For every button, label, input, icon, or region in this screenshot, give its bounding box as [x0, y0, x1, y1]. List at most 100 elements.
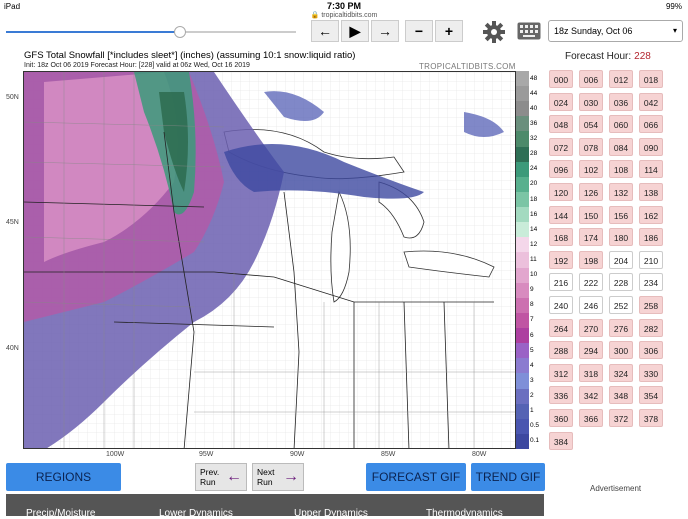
forecast-hour-button[interactable]: 012	[609, 70, 633, 88]
forecast-hour-button[interactable]: 096	[549, 160, 573, 179]
forecast-hour-button[interactable]: 060	[609, 115, 633, 134]
forecast-hour-button[interactable]: 258	[639, 296, 663, 314]
next-frame-button[interactable]: →	[371, 20, 399, 42]
forecast-hour-button[interactable]: 300	[609, 341, 633, 360]
forecast-hour-button[interactable]: 312	[549, 363, 573, 382]
forecast-hour-button[interactable]: 186	[639, 228, 663, 247]
snowfall-map[interactable]	[23, 71, 516, 449]
forecast-hour-button[interactable]: 144	[549, 205, 573, 224]
forecast-hour-button[interactable]: 210	[639, 250, 663, 269]
forecast-hour-button[interactable]: 174	[579, 228, 603, 247]
forecast-hour-button[interactable]: 006	[579, 70, 603, 88]
forecast-hour-button[interactable]: 306	[639, 341, 663, 360]
battery-level: 99%	[665, 2, 682, 11]
forecast-hour-button[interactable]: 330	[639, 363, 663, 382]
forecast-hour-button[interactable]: 156	[609, 205, 633, 224]
forecast-hour-button[interactable]: 216	[549, 273, 573, 292]
forecast-hour-button[interactable]: 042	[639, 92, 663, 111]
colorbar-tick: 28	[530, 150, 538, 158]
forecast-hour-button[interactable]: 246	[579, 296, 603, 314]
forecast-hour-button[interactable]: 294	[579, 341, 603, 360]
forecast-hour-button[interactable]: 072	[549, 137, 573, 156]
forecast-hour-button[interactable]: 282	[639, 318, 663, 337]
forecast-hour-button[interactable]: 162	[639, 205, 663, 224]
play-button[interactable]: ▶	[341, 20, 369, 42]
forecast-hour-button[interactable]: 036	[609, 92, 633, 111]
next-run-button[interactable]: Next Run →	[252, 463, 304, 491]
forecast-hour-button[interactable]: 138	[639, 183, 663, 201]
forecast-hour-button[interactable]: 366	[579, 409, 603, 427]
zoom-in-button[interactable]: +	[435, 20, 463, 42]
forecast-hour-button[interactable]: 018	[639, 70, 663, 88]
forecast-hour-button[interactable]: 090	[639, 137, 663, 156]
colorbar-swatch	[516, 131, 529, 148]
forecast-hour-button[interactable]: 024	[549, 92, 573, 111]
forecast-hour-button[interactable]: 102	[579, 160, 603, 179]
tab-precip-moisture[interactable]: Precip/Moisture	[26, 508, 95, 519]
forecast-hour-button[interactable]: 252	[609, 296, 633, 314]
gear-icon[interactable]	[482, 20, 506, 44]
colorbar-swatch	[516, 358, 529, 374]
forecast-hour-button[interactable]: 240	[549, 296, 573, 314]
colorbar-tick: 7	[530, 316, 534, 324]
forecast-hour-button[interactable]: 222	[579, 273, 603, 292]
forecast-hour-button[interactable]: 378	[639, 409, 663, 427]
forecast-hour-button[interactable]: 198	[579, 250, 603, 269]
keyboard-icon[interactable]	[517, 22, 541, 40]
forecast-hour-button[interactable]: 000	[549, 70, 573, 88]
forecast-hour-button[interactable]: 234	[639, 273, 663, 292]
colorbar-tick: 32	[530, 135, 538, 143]
forecast-hour-button[interactable]: 180	[609, 228, 633, 247]
prev-run-line2: Run	[200, 477, 216, 487]
forecast-hour-button[interactable]: 066	[639, 115, 663, 134]
forecast-hour-button[interactable]: 168	[549, 228, 573, 247]
tab-lower-dynamics[interactable]: Lower Dynamics	[159, 508, 233, 519]
forecast-hour-button[interactable]: 108	[609, 160, 633, 179]
forecast-hour-button[interactable]: 228	[609, 273, 633, 292]
forecast-hour-button[interactable]: 348	[609, 386, 633, 405]
forecast-hour-button[interactable]: 342	[579, 386, 603, 405]
regions-button[interactable]: REGIONS	[6, 463, 121, 491]
colorbar-swatch	[516, 101, 529, 117]
forecast-hour-button[interactable]: 120	[549, 183, 573, 201]
forecast-hour-button[interactable]: 030	[579, 92, 603, 111]
forecast-hour-button[interactable]: 048	[549, 115, 573, 134]
colorbar-tick: 1	[530, 407, 534, 415]
forecast-hour-button[interactable]: 126	[579, 183, 603, 201]
forecast-hour-value: 228	[634, 51, 651, 62]
slider-handle[interactable]	[174, 26, 186, 38]
zoom-out-button[interactable]: −	[405, 20, 433, 42]
prev-run-button[interactable]: Prev. Run ←	[195, 463, 247, 491]
prev-frame-button[interactable]: ←	[311, 20, 339, 42]
run-select[interactable]: 18z Sunday, Oct 06 ▾	[548, 20, 683, 42]
forecast-hour-button[interactable]: 354	[639, 386, 663, 405]
forecast-gif-button[interactable]: FORECAST GIF	[366, 463, 466, 491]
url-label[interactable]: 🔒 tropicaltidbits.com	[0, 11, 688, 19]
colorbar-swatch	[516, 176, 529, 193]
colorbar-swatch	[516, 328, 529, 344]
forecast-hour-button[interactable]: 078	[579, 137, 603, 156]
forecast-slider[interactable]	[6, 26, 296, 38]
forecast-hour-button[interactable]: 384	[549, 431, 573, 450]
forecast-hour-button[interactable]: 192	[549, 250, 573, 269]
forecast-hour-button[interactable]: 276	[609, 318, 633, 337]
tab-thermodynamics[interactable]: Thermodynamics	[426, 508, 503, 519]
forecast-hour-button[interactable]: 054	[579, 115, 603, 134]
forecast-hour-button[interactable]: 084	[609, 137, 633, 156]
forecast-hour-button[interactable]: 324	[609, 363, 633, 382]
forecast-hour-button[interactable]: 264	[549, 318, 573, 337]
colorbar-swatch	[516, 161, 529, 178]
tab-upper-dynamics[interactable]: Upper Dynamics	[294, 508, 368, 519]
forecast-hour-button[interactable]: 336	[549, 386, 573, 405]
trend-gif-button[interactable]: TREND GIF	[471, 463, 545, 491]
forecast-hour-button[interactable]: 204	[609, 250, 633, 269]
forecast-hour-button[interactable]: 150	[579, 205, 603, 224]
forecast-hour-button[interactable]: 132	[609, 183, 633, 201]
forecast-hour-button[interactable]: 114	[639, 160, 663, 179]
forecast-hour-button[interactable]: 318	[579, 363, 603, 382]
forecast-hour-button[interactable]: 372	[609, 409, 633, 427]
forecast-hour-button[interactable]: 270	[579, 318, 603, 337]
forecast-hour-button[interactable]: 288	[549, 341, 573, 360]
colorbar-tick: 44	[530, 89, 538, 97]
forecast-hour-button[interactable]: 360	[549, 409, 573, 427]
